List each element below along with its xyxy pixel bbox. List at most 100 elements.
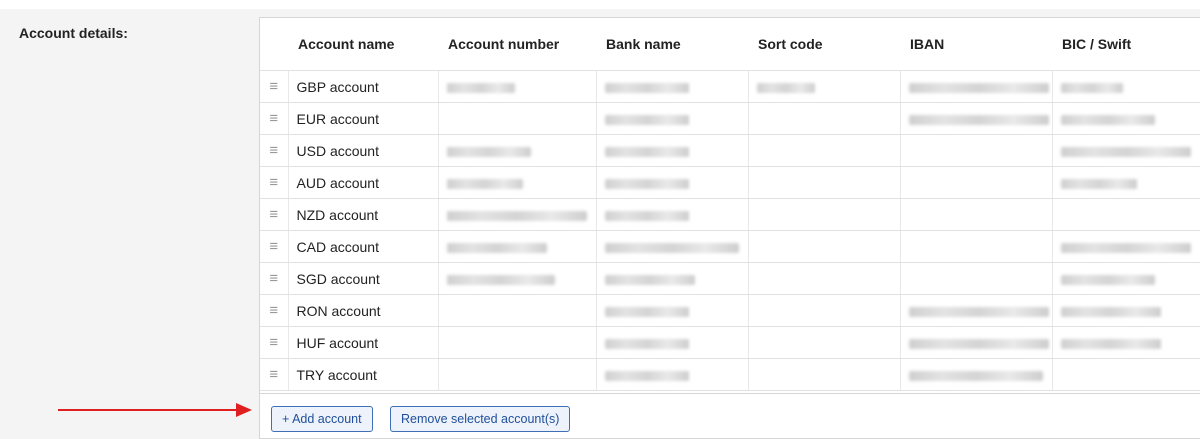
bank-name-cell[interactable] <box>596 134 749 167</box>
drag-handle-icon[interactable]: ≡ <box>260 326 289 359</box>
table-row[interactable]: ≡ EUR account <box>260 102 1200 135</box>
redacted-value <box>908 338 1049 349</box>
account-number-cell[interactable] <box>438 358 597 391</box>
iban-cell[interactable] <box>900 262 1053 295</box>
account-name-cell[interactable]: EUR account <box>288 102 439 135</box>
account-name-cell[interactable]: GBP account <box>288 70 439 103</box>
drag-handle-icon[interactable]: ≡ <box>260 262 289 295</box>
drag-handle-icon[interactable]: ≡ <box>260 294 289 327</box>
bic-swift-cell[interactable] <box>1052 358 1200 391</box>
table-row[interactable]: ≡ NZD account <box>260 198 1200 231</box>
bank-name-cell[interactable] <box>596 262 749 295</box>
iban-cell[interactable] <box>900 198 1053 231</box>
drag-handle-icon[interactable]: ≡ <box>260 358 289 391</box>
drag-handle-icon[interactable]: ≡ <box>260 134 289 167</box>
bic-swift-cell[interactable] <box>1052 166 1200 199</box>
bank-name-cell[interactable] <box>596 198 749 231</box>
redacted-value <box>1060 146 1191 157</box>
sort-code-cell[interactable] <box>748 134 901 167</box>
redacted-value <box>446 82 515 93</box>
sort-code-cell[interactable] <box>748 358 901 391</box>
iban-cell[interactable] <box>900 294 1053 327</box>
bank-name-cell[interactable] <box>596 358 749 391</box>
account-number-cell[interactable] <box>438 294 597 327</box>
bic-swift-cell[interactable] <box>1052 294 1200 327</box>
bank-name-cell[interactable] <box>596 230 749 263</box>
drag-handle-icon[interactable]: ≡ <box>260 70 289 103</box>
account-name-cell[interactable]: AUD account <box>288 166 439 199</box>
iban-cell[interactable] <box>900 326 1053 359</box>
bank-name-cell[interactable] <box>596 102 749 135</box>
drag-handle-icon[interactable]: ≡ <box>260 102 289 135</box>
remove-selected-accounts-button[interactable]: Remove selected account(s) <box>390 406 571 432</box>
sort-code-cell[interactable] <box>748 262 901 295</box>
account-name-cell[interactable]: USD account <box>288 134 439 167</box>
sort-code-cell[interactable] <box>748 326 901 359</box>
table-row[interactable]: ≡ AUD account <box>260 166 1200 199</box>
bic-swift-cell[interactable] <box>1052 102 1200 135</box>
redacted-value <box>446 242 547 253</box>
drag-handle-icon[interactable]: ≡ <box>260 166 289 199</box>
bank-name-cell[interactable] <box>596 70 749 103</box>
table-row[interactable]: ≡ TRY account <box>260 358 1200 391</box>
column-header-iban: IBAN <box>900 18 1052 71</box>
bic-swift-cell[interactable] <box>1052 262 1200 295</box>
bic-swift-cell[interactable] <box>1052 70 1200 103</box>
account-number-cell[interactable] <box>438 70 597 103</box>
sort-code-cell[interactable] <box>748 198 901 231</box>
sort-code-cell[interactable] <box>748 294 901 327</box>
iban-cell[interactable] <box>900 166 1053 199</box>
account-number-cell[interactable] <box>438 102 597 135</box>
redacted-value <box>1060 242 1191 253</box>
column-header-bic-swift: BIC / Swift <box>1052 18 1200 71</box>
account-number-cell[interactable] <box>438 166 597 199</box>
redacted-value <box>604 370 689 381</box>
table-row[interactable]: ≡ USD account <box>260 134 1200 167</box>
bank-name-cell[interactable] <box>596 294 749 327</box>
column-header-account-number: Account number <box>438 18 596 71</box>
sort-code-cell[interactable] <box>748 166 901 199</box>
account-name-cell[interactable]: SGD account <box>288 262 439 295</box>
account-number-cell[interactable] <box>438 134 597 167</box>
account-details-panel: Account details: Account name Account nu… <box>0 9 1200 439</box>
iban-cell[interactable] <box>900 134 1053 167</box>
bic-swift-cell[interactable] <box>1052 230 1200 263</box>
bic-swift-cell[interactable] <box>1052 134 1200 167</box>
redacted-value <box>1060 338 1161 349</box>
redacted-value <box>446 146 531 157</box>
sort-code-cell[interactable] <box>748 102 901 135</box>
redacted-value <box>1060 82 1123 93</box>
column-header-handle <box>260 18 288 71</box>
bic-swift-cell[interactable] <box>1052 198 1200 231</box>
add-account-button[interactable]: + Add account <box>271 406 373 432</box>
iban-cell[interactable] <box>900 70 1053 103</box>
table-action-bar: + Add account Remove selected account(s) <box>260 393 1200 439</box>
account-number-cell[interactable] <box>438 326 597 359</box>
account-number-cell[interactable] <box>438 198 597 231</box>
table-row[interactable]: ≡ HUF account <box>260 326 1200 359</box>
account-number-cell[interactable] <box>438 262 597 295</box>
account-name-cell[interactable]: HUF account <box>288 326 439 359</box>
table-row[interactable]: ≡ RON account <box>260 294 1200 327</box>
sort-code-cell[interactable] <box>748 70 901 103</box>
redacted-value <box>604 114 689 125</box>
table-row[interactable]: ≡ SGD account <box>260 262 1200 295</box>
redacted-value <box>1060 178 1137 189</box>
table-row[interactable]: ≡ CAD account <box>260 230 1200 263</box>
drag-handle-icon[interactable]: ≡ <box>260 230 289 263</box>
iban-cell[interactable] <box>900 230 1053 263</box>
account-name-cell[interactable]: CAD account <box>288 230 439 263</box>
bic-swift-cell[interactable] <box>1052 326 1200 359</box>
sort-code-cell[interactable] <box>748 230 901 263</box>
account-name-cell[interactable]: RON account <box>288 294 439 327</box>
iban-cell[interactable] <box>900 358 1053 391</box>
account-name-cell[interactable]: NZD account <box>288 198 439 231</box>
bank-name-cell[interactable] <box>596 326 749 359</box>
account-name-cell[interactable]: TRY account <box>288 358 439 391</box>
drag-handle-icon[interactable]: ≡ <box>260 198 289 231</box>
iban-cell[interactable] <box>900 102 1053 135</box>
table-row[interactable]: ≡ GBP account <box>260 70 1200 103</box>
account-number-cell[interactable] <box>438 230 597 263</box>
redacted-value <box>604 242 739 253</box>
bank-name-cell[interactable] <box>596 166 749 199</box>
